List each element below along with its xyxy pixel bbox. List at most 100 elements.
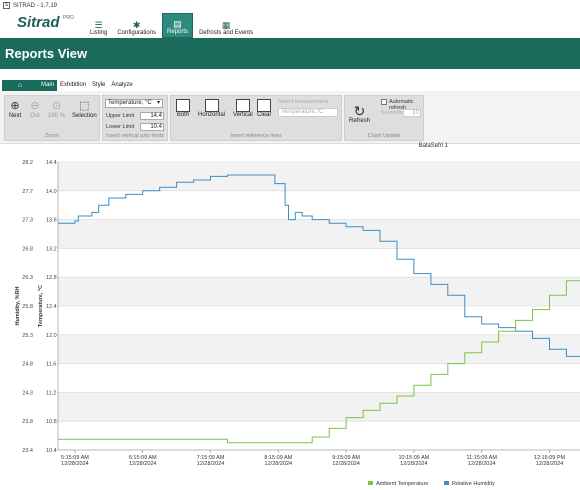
zoom-next-button[interactable]: ⊕ Next <box>8 99 22 119</box>
axis-limits-group-label: Insert vertical axis limits <box>105 133 165 139</box>
measurement-select-value: Temperature,°C <box>281 109 324 115</box>
series-line-relative-humidity <box>58 174 580 357</box>
right-tick-label: 14.4 <box>46 160 57 166</box>
seconds-input[interactable]: 10 <box>403 109 421 117</box>
legend-swatch <box>444 481 449 485</box>
nav-configurations-button[interactable]: ✱ Configurations <box>113 13 160 38</box>
left-tick-label: 23.4 <box>22 448 33 454</box>
x-tick-date: 12/28/2024 <box>332 461 360 467</box>
select-measurement-label: Select measurement <box>278 99 329 105</box>
home-button[interactable]: ⌂ <box>2 80 38 91</box>
y-axis-label-left: Humidity, %RH <box>15 286 21 325</box>
nav-configurations-label: Configurations <box>117 30 157 36</box>
x-tick-date: 12/28/2024 <box>265 461 293 467</box>
left-tick-label: 26.8 <box>22 246 33 252</box>
left-tick-label: 23.8 <box>22 419 33 425</box>
auto-refresh-checkbox[interactable] <box>381 99 387 105</box>
measurement-select[interactable]: Temperature,°C <box>278 108 338 117</box>
zoom-group-label: Zoom <box>44 133 60 139</box>
logo-brand: Sitrad <box>17 14 60 31</box>
horizontal-line-icon <box>204 99 219 112</box>
axis-measure-select[interactable]: Temperature, °C ▾ <box>105 99 163 108</box>
chevron-down-icon: ▾ <box>156 100 160 106</box>
tab-analyze[interactable]: Analyze <box>108 80 135 91</box>
upper-limit-input[interactable]: 14.4 <box>140 112 164 120</box>
x-tick-date: 12/28/2024 <box>129 461 157 467</box>
ref-both-label: Both <box>176 112 190 118</box>
right-tick-label: 11.6 <box>46 362 56 368</box>
zoom-out-label: Out <box>30 113 40 119</box>
left-tick-label: 28.2 <box>22 160 33 166</box>
left-tick-label: 27.7 <box>22 189 33 195</box>
app-icon: S <box>3 2 10 9</box>
ref-horizontal-button[interactable]: Horizontal <box>198 99 225 118</box>
x-tick-date: 12/28/2024 <box>400 461 428 467</box>
clear-lines-icon <box>257 99 272 112</box>
refresh-icon: ↻ <box>353 103 366 119</box>
axis-limits-group: Temperature, °C ▾ Upper Limit 14.4 Lower… <box>102 95 168 141</box>
right-tick-label: 10.4 <box>46 448 57 454</box>
zoom-100-button[interactable]: ⊙ 100 % <box>48 99 65 119</box>
x-tick-date: 12/28/2024 <box>536 461 564 467</box>
y-axis-label-right: Temperature, °C <box>38 285 44 327</box>
title-bar: S SITRAD - 1.7.19 <box>0 0 580 11</box>
right-tick-label: 12.0 <box>46 333 57 339</box>
nav-listing-button[interactable]: ☰ Listing <box>86 13 111 38</box>
ref-horizontal-label: Horizontal <box>198 112 226 118</box>
upper-limit-label: Upper Limit <box>106 113 135 119</box>
report-icon: ▤ <box>173 19 182 29</box>
logo-suffix: PRO <box>63 15 74 21</box>
right-tick-label: 12.8 <box>46 275 57 281</box>
right-tick-label: 10.8 <box>46 419 57 425</box>
x-tick-date: 12/28/2024 <box>468 461 496 467</box>
right-tick-label: 13.2 <box>46 246 57 252</box>
x-tick-date: 12/28/2024 <box>61 461 89 467</box>
logo: Sitrad PRO <box>0 11 86 38</box>
reference-lines-group-label: Insert reference lines <box>230 133 282 139</box>
page-header: Reports View <box>0 38 580 69</box>
grid-band <box>58 219 580 249</box>
zoom-next-label: Next <box>8 113 22 119</box>
reference-lines-group: Both Horizontal Vertical Clear Select me… <box>170 95 342 141</box>
tab-style[interactable]: Style <box>89 80 108 91</box>
chart-area: 28.2 14.4 27.7 14.0 27.3 13.6 26.8 13.2 26.3 12.8… <box>0 152 580 488</box>
lower-limit-label: Lower Limit <box>106 124 135 130</box>
nav-defrosts-label: Defrosts and Events <box>199 30 254 36</box>
ref-vertical-label: Vertical <box>233 112 253 118</box>
zoom-selection-button[interactable]: ⬚ Selection <box>72 99 97 119</box>
right-tick-label: 11.2 <box>46 390 56 396</box>
ref-both-button[interactable]: Both <box>176 99 190 118</box>
left-tick-label: 25.8 <box>22 304 33 310</box>
zoom-100-label: 100 % <box>48 113 66 119</box>
right-tick-label: 13.6 <box>46 218 57 224</box>
legend-label: Relative Humidity <box>452 481 495 487</box>
grid-band <box>58 162 580 191</box>
left-tick-label: 24.8 <box>22 362 33 368</box>
refresh-button[interactable]: ↻ Refresh <box>349 104 370 124</box>
ribbon-tabs: ⌂ Main Exhibition Style Analyze <box>0 80 580 91</box>
ref-clear-label: Clear <box>257 112 272 118</box>
list-icon: ☰ <box>94 20 103 30</box>
tab-main[interactable]: Main <box>38 80 58 91</box>
lower-limit-input[interactable]: 10.4 <box>140 123 164 131</box>
right-tick-label: 12.4 <box>46 304 57 310</box>
zoom-reset-icon: ⊙ <box>51 100 62 112</box>
line-chart[interactable]: 28.2 14.4 27.7 14.0 27.3 13.6 26.8 13.2 26.3 12.8… <box>0 152 580 488</box>
tab-exhibition[interactable]: Exhibition <box>57 80 89 91</box>
left-tick-label: 24.3 <box>22 390 33 396</box>
sensor-label: BalaSefri 1 <box>418 143 448 149</box>
gear-icon: ✱ <box>132 20 141 30</box>
left-tick-label: 26.3 <box>22 275 33 281</box>
window-title: SITRAD - 1.7.19 <box>13 2 58 9</box>
ref-vertical-button[interactable]: Vertical <box>233 99 253 118</box>
ribbon: ⊕ Next ⊖ Out ⊙ 100 % ⬚ Selection Zoom Te… <box>0 91 580 144</box>
legend-label: Ambient Temperature <box>376 481 428 487</box>
nav-reports-button[interactable]: ▤ Reports <box>162 13 194 38</box>
refresh-label: Refresh <box>349 118 371 124</box>
grid-band <box>58 277 580 306</box>
left-tick-label: 27.3 <box>22 218 33 224</box>
nav-defrosts-button[interactable]: ▦ Defrosts and Events <box>195 13 257 38</box>
selection-icon: ⬚ <box>79 100 90 112</box>
zoom-out-button[interactable]: ⊖ Out <box>28 99 42 119</box>
ref-clear-button[interactable]: Clear <box>257 99 271 118</box>
